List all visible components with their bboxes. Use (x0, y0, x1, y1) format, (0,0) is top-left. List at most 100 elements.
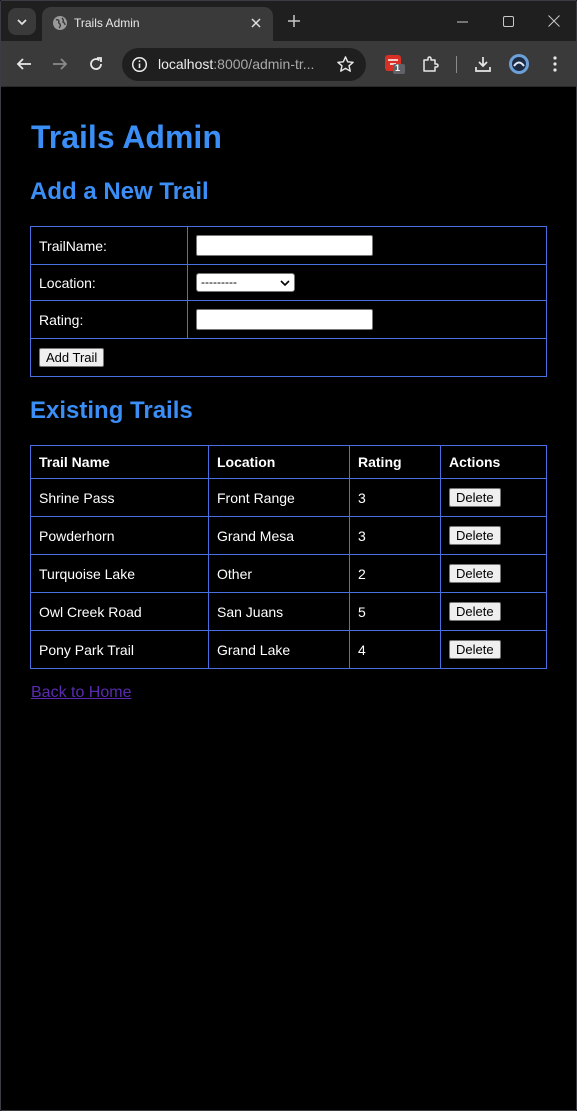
table-row: Turquoise Lake Other 2 Delete (30, 554, 547, 593)
trail-name-cell: Turquoise Lake (30, 554, 209, 593)
location-select-value: --------- (201, 275, 237, 289)
star-icon[interactable] (336, 55, 355, 74)
maximize-button[interactable] (497, 10, 519, 32)
extension-button[interactable]: 1 (382, 51, 406, 75)
extensions-menu-button[interactable] (418, 52, 442, 76)
trail-location-cell: San Juans (208, 592, 350, 631)
form-row-rating: Rating: (30, 300, 547, 339)
trail-rating-cell: 4 (349, 630, 441, 669)
trail-rating-cell: 2 (349, 554, 441, 593)
extension-badge: 1 (395, 63, 401, 73)
rating-input[interactable] (196, 309, 373, 330)
submit-cell: Add Trail (30, 338, 547, 377)
rating-label: Rating: (30, 300, 188, 339)
forward-button[interactable] (48, 52, 72, 76)
table-row: Owl Creek Road San Juans 5 Delete (30, 592, 547, 631)
back-arrow-icon (16, 58, 31, 70)
location-cell: --------- (187, 264, 547, 301)
download-icon (475, 57, 491, 72)
profile-button[interactable] (507, 52, 531, 76)
url-path: :8000/admin-tr... (213, 56, 315, 72)
trail-actions-cell: Delete (440, 592, 547, 631)
reload-button[interactable] (84, 52, 108, 76)
extension-icon (385, 55, 405, 74)
url-host: localhost (158, 56, 214, 72)
minimize-button[interactable] (451, 10, 473, 32)
add-trail-form: TrailName: Location: --------- Rating: A… (30, 226, 547, 377)
browser-window: Trails Admin localhost:8000/admin-tr... … (0, 0, 577, 1111)
page-content: Trails Admin Add a New Trail TrailName: … (1, 87, 576, 1110)
add-trail-heading: Add a New Trail (30, 178, 209, 205)
site-info-icon[interactable] (131, 56, 148, 73)
toolbar-divider (456, 56, 457, 73)
trail-name-cell (187, 226, 547, 265)
page-title: Trails Admin (31, 119, 222, 155)
add-trail-button[interactable]: Add Trail (39, 348, 105, 367)
trail-name-cell: Shrine Pass (30, 478, 209, 517)
active-tab[interactable]: Trails Admin (42, 7, 273, 41)
close-icon (548, 15, 560, 27)
rating-cell (187, 300, 547, 339)
maximize-icon (502, 15, 514, 27)
plus-icon (288, 15, 300, 27)
tab-search-icon (17, 18, 27, 25)
table-row: Powderhorn Grand Mesa 3 Delete (30, 516, 547, 555)
table-row: Shrine Pass Front Range 3 Delete (30, 478, 547, 517)
reload-icon (90, 57, 102, 70)
delete-button[interactable]: Delete (449, 488, 501, 507)
browser-menu-button[interactable] (543, 52, 567, 76)
trail-rating-cell: 5 (349, 592, 441, 631)
form-row-trail-name: TrailName: (30, 226, 547, 265)
header-rating: Rating (349, 445, 441, 479)
trail-actions-cell: Delete (440, 630, 547, 669)
tab-strip: Trails Admin (1, 1, 576, 41)
trail-actions-cell: Delete (440, 516, 547, 555)
trail-actions-cell: Delete (440, 554, 547, 593)
tab-search-button[interactable] (8, 8, 36, 35)
table-row: Pony Park Trail Grand Lake 4 Delete (30, 630, 547, 669)
header-trail-name: Trail Name (30, 445, 209, 479)
forward-arrow-icon (53, 58, 68, 70)
kebab-menu-icon (553, 56, 557, 72)
close-icon (251, 18, 261, 28)
trail-actions-cell: Delete (440, 478, 547, 517)
trail-name-cell: Powderhorn (30, 516, 209, 555)
trail-name-label: TrailName: (30, 226, 188, 265)
chevron-down-icon (280, 280, 290, 287)
trail-location-cell: Other (208, 554, 350, 593)
header-actions: Actions (440, 445, 547, 479)
trail-location-cell: Grand Lake (208, 630, 350, 669)
browser-toolbar: localhost:8000/admin-tr... 1 (1, 41, 576, 87)
delete-button[interactable]: Delete (449, 602, 501, 621)
tab-title: Trails Admin (74, 16, 140, 30)
trail-name-cell: Pony Park Trail (30, 630, 209, 669)
form-row-location: Location: --------- (30, 264, 547, 301)
delete-button[interactable]: Delete (449, 640, 501, 659)
window-close-button[interactable] (543, 10, 565, 32)
delete-button[interactable]: Delete (449, 526, 501, 545)
trails-table: Trail Name Location Rating Actions Shrin… (30, 445, 547, 669)
trail-location-cell: Front Range (208, 478, 350, 517)
delete-button[interactable]: Delete (449, 564, 501, 583)
table-header-row: Trail Name Location Rating Actions (30, 445, 547, 479)
back-to-home-link[interactable]: Back to Home (31, 683, 131, 703)
existing-trails-heading: Existing Trails (30, 397, 193, 424)
url-text[interactable]: localhost:8000/admin-tr... (158, 56, 320, 73)
location-label: Location: (30, 264, 188, 301)
profile-icon (509, 54, 529, 74)
trail-rating-cell: 3 (349, 478, 441, 517)
back-button[interactable] (12, 52, 36, 76)
form-row-submit: Add Trail (30, 338, 547, 377)
new-tab-button[interactable] (284, 11, 304, 31)
header-location: Location (208, 445, 350, 479)
puzzle-icon (423, 56, 439, 72)
trail-rating-cell: 3 (349, 516, 441, 555)
location-select[interactable]: --------- (196, 273, 295, 292)
trail-name-cell: Owl Creek Road (30, 592, 209, 631)
trail-name-input[interactable] (196, 235, 373, 256)
tab-close-button[interactable] (247, 14, 265, 32)
minimize-icon (456, 21, 468, 22)
globe-icon (53, 16, 67, 30)
downloads-button[interactable] (471, 52, 495, 76)
address-bar[interactable]: localhost:8000/admin-tr... (122, 48, 366, 81)
